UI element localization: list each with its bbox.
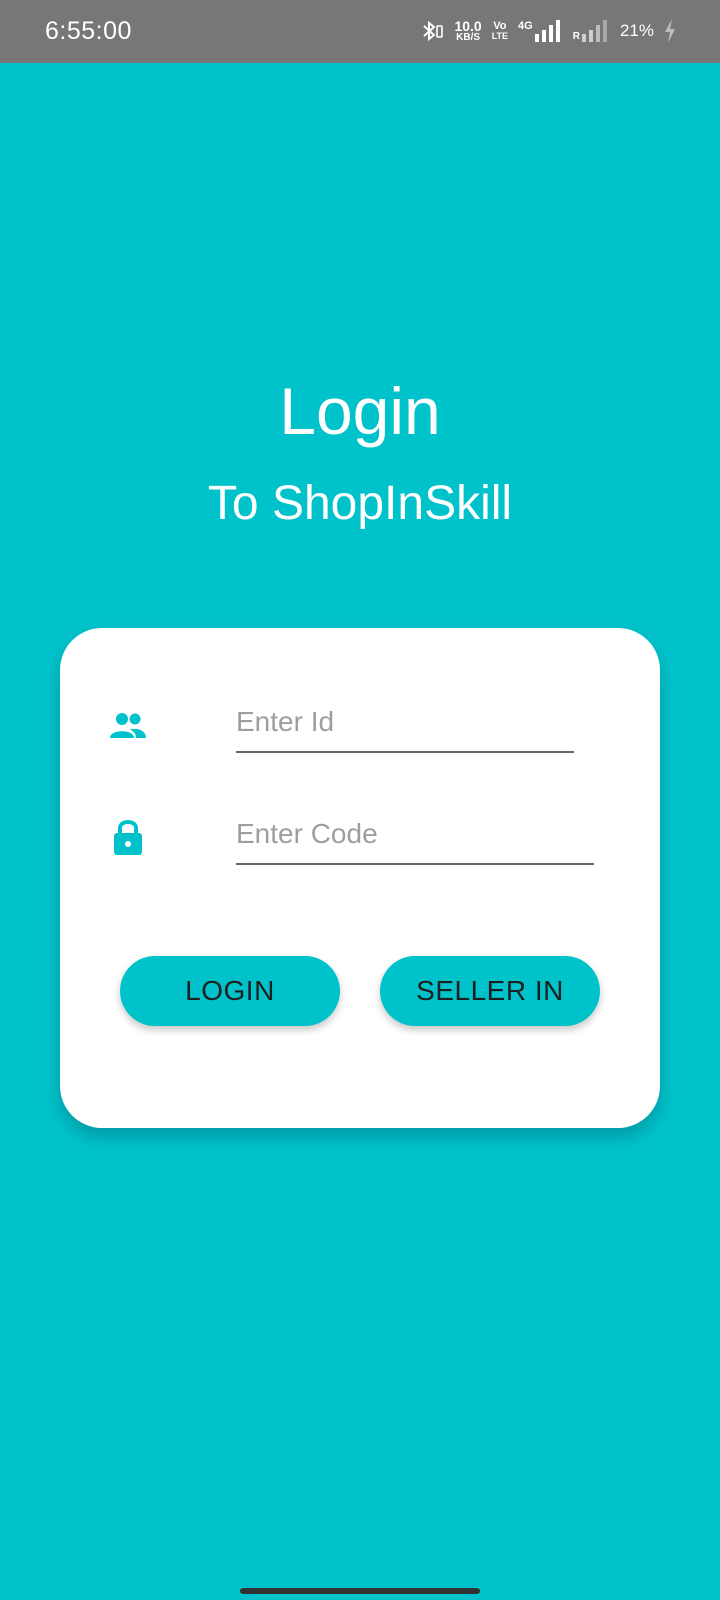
home-indicator[interactable] xyxy=(240,1588,480,1594)
page-subtitle: To ShopInSkill xyxy=(207,477,513,530)
volte-bottom: LTE xyxy=(491,31,509,41)
lock-icon xyxy=(108,817,148,857)
bluetooth-icon xyxy=(418,18,444,44)
seller-in-button[interactable]: SELLER IN xyxy=(380,956,600,1026)
signal-icon: 4G xyxy=(518,20,563,42)
page-title: Login xyxy=(279,374,441,448)
volte-indicator: Vo LTE xyxy=(492,21,508,41)
code-input[interactable] xyxy=(236,805,594,865)
net-speed: 10.0 KB/S xyxy=(454,19,481,43)
login-button[interactable]: LOGIN xyxy=(120,956,340,1026)
id-input[interactable] xyxy=(236,693,574,753)
status-time: 6:55:00 xyxy=(45,17,132,45)
status-icons: 10.0 KB/S Vo LTE 4G R 21% xyxy=(418,14,676,48)
net-speed-unit: KB/S xyxy=(456,32,481,43)
battery-charging-icon xyxy=(664,19,676,43)
net-speed-value: 10.0 xyxy=(454,18,482,34)
status-bar: 6:55:00 10.0 KB/S Vo LTE 4G R 21% xyxy=(0,0,720,63)
login-card: LOGIN SELLER IN xyxy=(60,628,660,1128)
network-type: 4G xyxy=(518,20,533,32)
battery-percent: 21% xyxy=(619,21,654,40)
signal-roaming-icon: R xyxy=(573,20,610,42)
people-icon xyxy=(108,705,148,745)
roaming-label: R xyxy=(572,31,580,42)
